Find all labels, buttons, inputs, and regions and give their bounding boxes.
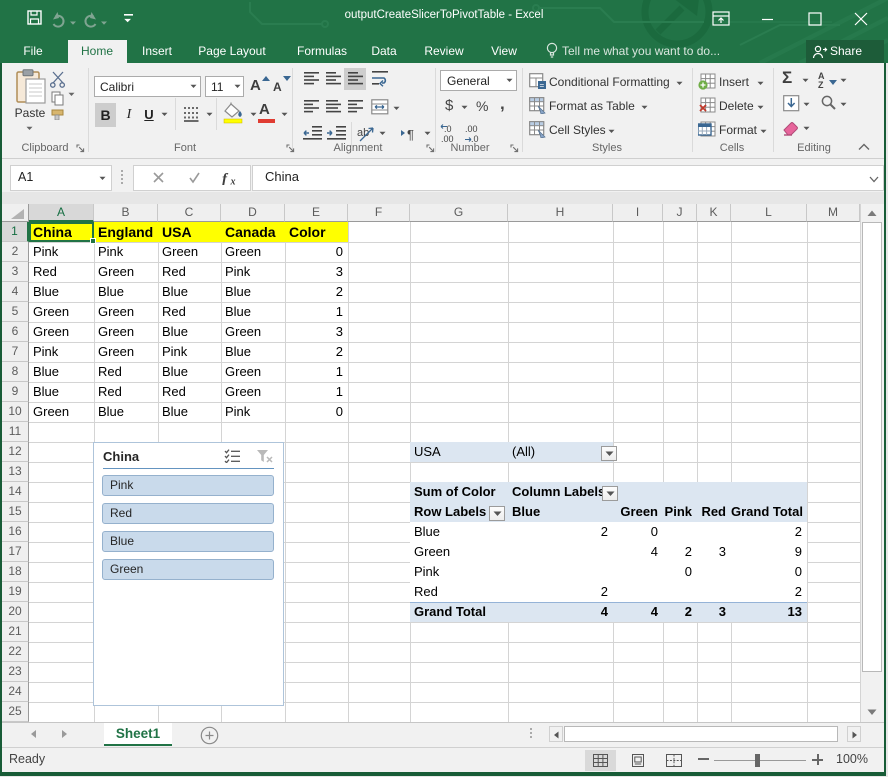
svg-text:Z: Z: [818, 80, 824, 89]
svg-text:.00: .00: [465, 124, 478, 134]
svg-text:=: =: [540, 81, 545, 90]
svg-text:x: x: [230, 177, 236, 186]
svg-text:¶: ¶: [407, 127, 414, 141]
svg-text:f: f: [222, 172, 229, 186]
svg-text:.0: .0: [444, 124, 452, 134]
